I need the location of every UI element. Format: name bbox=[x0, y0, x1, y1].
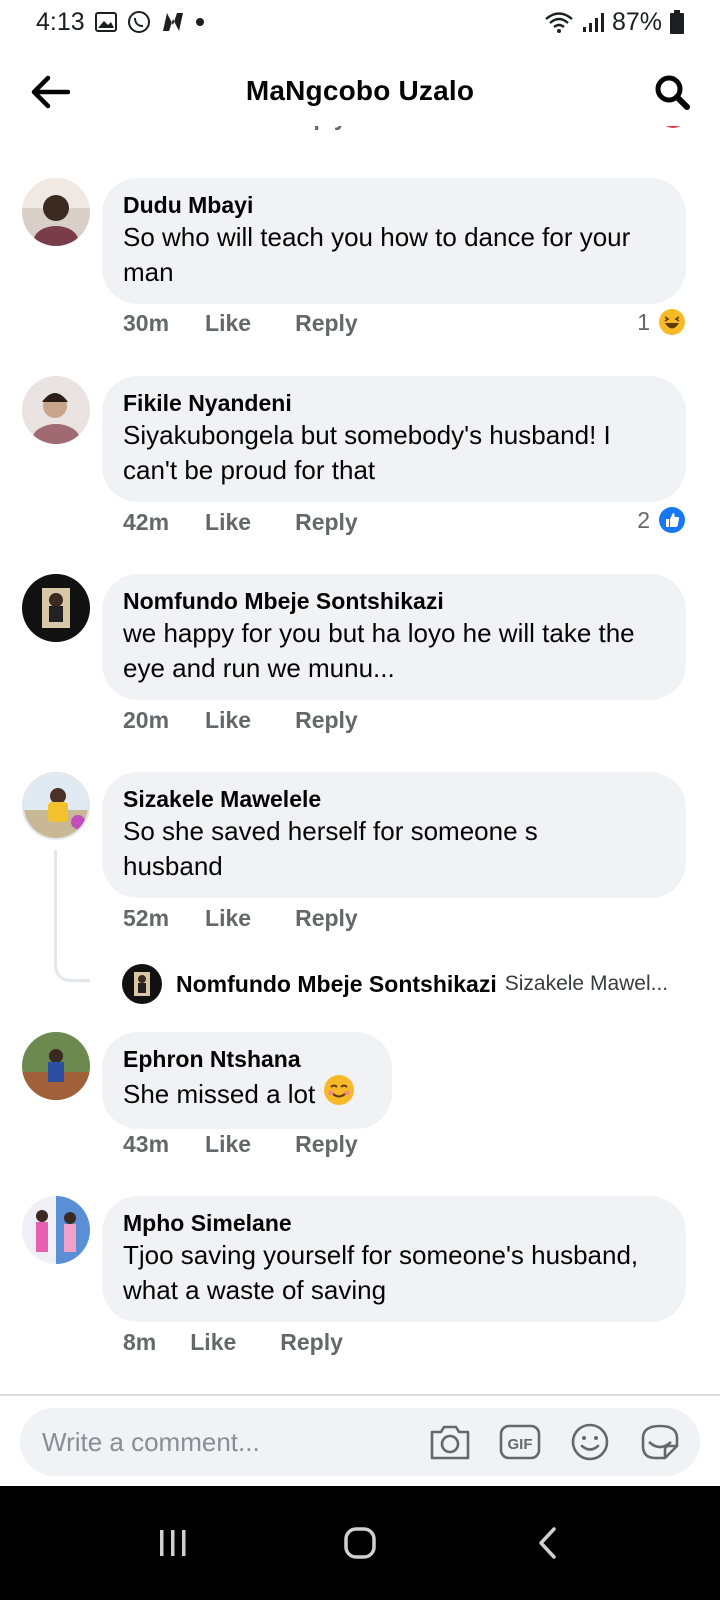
like-button[interactable]: Like bbox=[205, 310, 251, 337]
commenter-name[interactable]: Ephron Ntshana bbox=[123, 1044, 372, 1074]
gallery-icon bbox=[94, 12, 117, 32]
battery-percent: 87% bbox=[611, 7, 662, 36]
reply-button[interactable]: Reply bbox=[295, 1131, 358, 1158]
avatar[interactable] bbox=[22, 1196, 90, 1264]
reaction-count: 1 bbox=[637, 308, 650, 335]
like-button[interactable]: Like bbox=[205, 1131, 251, 1158]
emoji-icon[interactable] bbox=[568, 1420, 612, 1464]
reply-button[interactable]: Reply bbox=[295, 509, 358, 536]
like-reaction-icon bbox=[658, 506, 686, 534]
comment-actions: 8m Like Reply bbox=[123, 1329, 387, 1356]
page-title: MaNgcobo Uzalo bbox=[245, 75, 475, 106]
sticker-icon[interactable] bbox=[638, 1420, 682, 1464]
avatar[interactable] bbox=[122, 964, 162, 1004]
avatar[interactable] bbox=[22, 574, 90, 642]
comment-bubble[interactable]: Dudu Mbayi So who will teach you how to … bbox=[102, 178, 686, 304]
reply-preview[interactable]: Nomfundo Mbeje Sontshikazi Sizakele Mawe… bbox=[122, 964, 668, 1004]
signal-icon bbox=[582, 11, 604, 33]
comment-bubble[interactable]: Ephron Ntshana She missed a lot bbox=[102, 1032, 392, 1129]
comment-text-line: husband bbox=[123, 851, 223, 881]
comment-text-line: we happy for you but ha loyo he will tak… bbox=[123, 618, 635, 648]
comment-bubble[interactable]: Nomfundo Mbeje Sontshikazi we happy for … bbox=[102, 574, 686, 700]
comment-text-line: So she saved herself for someone s bbox=[123, 816, 538, 846]
comment-actions: 30m Like Reply bbox=[123, 310, 402, 337]
reply-button[interactable]: Reply bbox=[295, 707, 358, 734]
gif-label: GIF bbox=[508, 1436, 533, 1453]
recent-apps-button[interactable] bbox=[143, 1513, 203, 1573]
comment-bubble[interactable]: Fikile Nyandeni Siyakubongela but somebo… bbox=[102, 376, 686, 502]
haha-reaction-icon bbox=[658, 308, 686, 336]
gif-icon[interactable]: GIF bbox=[498, 1420, 542, 1464]
system-nav-bar bbox=[0, 1486, 720, 1600]
back-arrow-icon bbox=[31, 75, 70, 109]
home-button[interactable] bbox=[330, 1513, 390, 1573]
reply-button[interactable]: Reply bbox=[295, 905, 358, 932]
battery-icon bbox=[670, 10, 684, 34]
home-icon bbox=[344, 1527, 376, 1559]
commenter-name[interactable]: Sizakele Mawelele bbox=[123, 784, 666, 814]
like-button[interactable]: Like bbox=[205, 905, 251, 932]
smiling-emoji-icon bbox=[323, 1074, 355, 1115]
avatar[interactable] bbox=[22, 772, 90, 840]
comment-input[interactable] bbox=[42, 1426, 422, 1458]
reply-thread-line bbox=[54, 850, 90, 982]
comment-text-line: what a waste of saving bbox=[123, 1275, 387, 1305]
reply-button[interactable]: Reply bbox=[295, 310, 358, 337]
reply-button[interactable]: Reply bbox=[280, 1329, 343, 1356]
comment-actions: 43m Like Reply bbox=[123, 1131, 402, 1158]
avatar[interactable] bbox=[22, 1032, 90, 1100]
commenter-name[interactable]: Mpho Simelane bbox=[123, 1208, 666, 1238]
comment-time: 8m bbox=[123, 1329, 157, 1355]
recent-apps-icon bbox=[160, 1530, 186, 1556]
search-icon bbox=[655, 75, 690, 110]
comment-text-line: Siyakubongela but somebody's husband! I bbox=[123, 420, 611, 450]
comment-composer: GIF bbox=[20, 1408, 700, 1476]
comment-bubble[interactable]: Sizakele Mawelele So she saved herself f… bbox=[102, 772, 686, 898]
app-header: MaNgcobo Uzalo bbox=[0, 56, 720, 126]
commenter-name[interactable]: Dudu Mbayi bbox=[123, 190, 666, 220]
search-button[interactable] bbox=[650, 70, 694, 114]
reply-snippet: Sizakele Mawel... bbox=[504, 972, 669, 995]
comment-time: 52m bbox=[123, 905, 170, 931]
like-button[interactable]: Like bbox=[205, 707, 251, 734]
notification-dot-icon bbox=[195, 17, 205, 27]
commenter-name[interactable]: Nomfundo Mbeje Sontshikazi bbox=[123, 586, 666, 616]
reply-author-name[interactable]: Nomfundo Mbeje Sontshikazi bbox=[176, 971, 497, 998]
status-bar: 4:13 87% bbox=[0, 0, 720, 44]
back-chevron-icon bbox=[538, 1527, 556, 1559]
comment-text-line: can't be proud for that bbox=[123, 455, 376, 485]
reaction-summary[interactable]: 1 bbox=[637, 308, 686, 336]
comment-actions: 20m Like Reply bbox=[123, 707, 402, 734]
whatsapp-icon bbox=[127, 10, 151, 34]
like-button[interactable]: Like bbox=[190, 1329, 236, 1356]
camera-icon[interactable] bbox=[428, 1420, 472, 1464]
reaction-count: 2 bbox=[637, 506, 650, 533]
comment-text-line: man bbox=[123, 257, 174, 287]
status-time: 4:13 bbox=[36, 7, 85, 36]
comment-time: 30m bbox=[123, 310, 170, 336]
back-nav-button[interactable] bbox=[517, 1513, 577, 1573]
comment-time: 20m bbox=[123, 707, 170, 733]
like-button[interactable]: Like bbox=[205, 509, 251, 536]
comment-actions: 52m Like Reply bbox=[123, 905, 402, 932]
back-button[interactable] bbox=[28, 70, 72, 114]
comment-time: 43m bbox=[123, 1131, 170, 1157]
comment-text-line: So who will teach you how to dance for y… bbox=[123, 222, 631, 252]
comment-bubble[interactable]: Mpho Simelane Tjoo saving yourself for s… bbox=[102, 1196, 686, 1322]
avatar[interactable] bbox=[22, 376, 90, 444]
comment-actions: 42m Like Reply bbox=[123, 509, 402, 536]
comment-text-line: She missed a lot bbox=[123, 1079, 316, 1109]
comment-text-line: eye and run we munu... bbox=[123, 653, 395, 683]
news-app-icon bbox=[161, 11, 185, 33]
comment-composer-bar: GIF bbox=[0, 1394, 720, 1486]
comment-text-line: Tjoo saving yourself for someone's husba… bbox=[123, 1240, 639, 1270]
commenter-name[interactable]: Fikile Nyandeni bbox=[123, 388, 666, 418]
wifi-icon bbox=[544, 11, 574, 33]
avatar[interactable] bbox=[22, 178, 90, 246]
comment-text: She missed a lot bbox=[123, 1074, 372, 1115]
comment-time: 42m bbox=[123, 509, 170, 535]
reaction-summary[interactable]: 2 bbox=[637, 506, 686, 534]
